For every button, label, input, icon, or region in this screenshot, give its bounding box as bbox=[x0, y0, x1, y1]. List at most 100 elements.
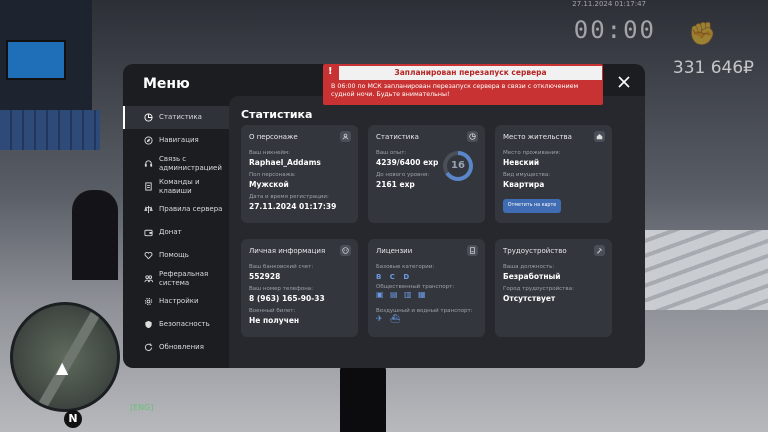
nick-label: Ваш никнейм: bbox=[249, 150, 290, 156]
bank-label: Ваш банковский счет: bbox=[249, 264, 314, 270]
server-restart-notification: ! Запланирован перезапуск сервера В 06:0… bbox=[323, 64, 603, 105]
tram-icon: ▤ bbox=[390, 290, 398, 299]
headset-icon bbox=[143, 159, 153, 169]
home-icon bbox=[594, 131, 605, 142]
sidebar-item-admin[interactable]: Связь с администрацией bbox=[123, 152, 229, 175]
sidebar-item-navigation[interactable]: Навигация bbox=[123, 129, 229, 152]
sidebar-item-security[interactable]: Безопасность bbox=[123, 313, 229, 336]
floor-area bbox=[640, 230, 768, 310]
card-stats: Статистика Ваш опыт: 4239/6400 exp До но… bbox=[368, 125, 485, 223]
sidebar-item-stats[interactable]: Статистика bbox=[123, 106, 229, 129]
wallet-icon bbox=[143, 228, 153, 238]
base-categories-label: Базовые категории: bbox=[376, 264, 435, 270]
info-icon bbox=[340, 245, 351, 256]
trolleybus-icon: ▥ bbox=[404, 290, 412, 299]
license-icon bbox=[467, 245, 478, 256]
sidebar-item-settings[interactable]: Настройки bbox=[123, 290, 229, 313]
phone-value: 8 (963) 165-90-33 bbox=[249, 294, 325, 303]
card-heading: Статистика bbox=[376, 133, 419, 141]
sidebar-item-label: Связь с администрацией bbox=[159, 154, 222, 172]
stats-icon bbox=[467, 131, 478, 142]
phone-label: Ваш номер телефона: bbox=[249, 286, 314, 292]
close-icon[interactable] bbox=[615, 74, 633, 92]
sidebar-item-label: Безопасность bbox=[159, 320, 210, 328]
player-figure bbox=[340, 366, 386, 432]
scales-icon bbox=[143, 205, 153, 215]
menu-title: Меню bbox=[143, 76, 190, 92]
card-heading: О персонаже bbox=[249, 133, 298, 141]
shield-icon bbox=[143, 320, 153, 330]
military-label: Военный билет: bbox=[249, 308, 296, 314]
notification-title: Запланирован перезапуск сервера bbox=[339, 66, 602, 80]
card-heading: Трудоустройство bbox=[503, 247, 567, 255]
sidebar-item-help[interactable]: Помощь bbox=[123, 244, 229, 267]
info-board bbox=[0, 110, 100, 150]
player-arrow-icon: ▲ bbox=[56, 358, 69, 377]
property-label: Вид имущества: bbox=[503, 172, 551, 178]
mark-on-map-button[interactable]: Отметить на карте bbox=[503, 199, 561, 213]
next-level-value: 2161 exp bbox=[376, 180, 415, 189]
public-transport-label: Общественный транспорт: bbox=[376, 284, 455, 290]
military-value: Не получен bbox=[249, 316, 300, 325]
sidebar-item-label: Правила сервера bbox=[159, 205, 223, 213]
document-icon bbox=[143, 182, 153, 192]
compass-north: N bbox=[64, 410, 82, 428]
people-icon bbox=[143, 274, 153, 284]
sidebar-item-commands[interactable]: Команды и клавиши bbox=[123, 175, 229, 198]
hud-language: [ENG] bbox=[130, 403, 154, 412]
hud-money: 331 646₽ bbox=[672, 58, 754, 78]
card-about-character: О персонаже Ваш никнейм: Raphael_Addams … bbox=[241, 125, 358, 223]
nick-value: Raphael_Addams bbox=[249, 158, 321, 167]
metro-icon: ▦ bbox=[418, 290, 426, 299]
gear-icon bbox=[143, 297, 153, 307]
job-city-value: Отсутствует bbox=[503, 294, 556, 303]
sidebar-item-label: Помощь bbox=[159, 251, 189, 259]
boat-icon: ⛴ bbox=[390, 314, 401, 323]
card-heading: Лицензии bbox=[376, 247, 413, 255]
reg-value: 27.11.2024 01:17:39 bbox=[249, 202, 337, 211]
sidebar-item-label: Настройки bbox=[159, 297, 199, 305]
place-value: Невский bbox=[503, 158, 540, 167]
card-employment: Трудоустройство Ваша должность: Безработ… bbox=[495, 239, 612, 337]
page-title: Статистика bbox=[241, 108, 313, 121]
fist-icon: ✊ bbox=[688, 22, 716, 47]
sidebar-item-updates[interactable]: Обновления bbox=[123, 336, 229, 359]
notification-text: В 06:00 по МСК запланирован перезапуск с… bbox=[331, 83, 579, 98]
reg-label: Дата и время регистрации: bbox=[249, 194, 329, 200]
card-personal-info: Личная информация Ваш банковский счет: 5… bbox=[241, 239, 358, 337]
base-categories-value: B C D bbox=[376, 273, 413, 281]
sidebar-item-referral[interactable]: Реферальная система bbox=[123, 267, 229, 290]
position-label: Ваша должность: bbox=[503, 264, 555, 270]
level-value: 16 bbox=[447, 155, 469, 177]
hammer-icon bbox=[594, 245, 605, 256]
level-progress-ring: 16 bbox=[443, 151, 473, 181]
sidebar: Статистика Навигация Связь с администрац… bbox=[123, 106, 229, 359]
card-heading: Место жительства bbox=[503, 133, 572, 141]
exp-label: Ваш опыт: bbox=[376, 150, 407, 156]
menu-window: Меню Статистика Навигация Связь с админи… bbox=[123, 64, 645, 368]
content-panel: Статистика О персонаже Ваш никнейм: Raph… bbox=[229, 96, 645, 368]
hud-datetime: 27.11.2024 01:17:47 bbox=[572, 0, 646, 8]
compass-icon bbox=[143, 136, 153, 146]
stats-icon bbox=[143, 113, 153, 123]
card-residence: Место жительства Место проживания: Невск… bbox=[495, 125, 612, 223]
wall-screen bbox=[6, 40, 66, 80]
place-label: Место проживания: bbox=[503, 150, 561, 156]
position-value: Безработный bbox=[503, 272, 561, 281]
sidebar-item-label: Реферальная система bbox=[159, 269, 209, 287]
sidebar-item-donate[interactable]: Донат bbox=[123, 221, 229, 244]
alert-icon: ! bbox=[328, 66, 333, 77]
sidebar-item-label: Донат bbox=[159, 228, 182, 236]
heart-icon bbox=[143, 251, 153, 261]
sidebar-item-rules[interactable]: Правила сервера bbox=[123, 198, 229, 221]
card-heading: Личная информация bbox=[249, 247, 326, 255]
property-value: Квартира bbox=[503, 180, 545, 189]
exp-value: 4239/6400 exp bbox=[376, 158, 439, 167]
refresh-icon bbox=[143, 343, 153, 353]
bus-icon: ▣ bbox=[376, 290, 384, 299]
npc-figure bbox=[72, 190, 118, 280]
gender-label: Пол персонажа: bbox=[249, 172, 296, 178]
next-level-label: До нового уровня: bbox=[376, 172, 430, 178]
minimap-road bbox=[26, 305, 106, 409]
card-licenses: Лицензии Базовые категории: B C D Общест… bbox=[368, 239, 485, 337]
